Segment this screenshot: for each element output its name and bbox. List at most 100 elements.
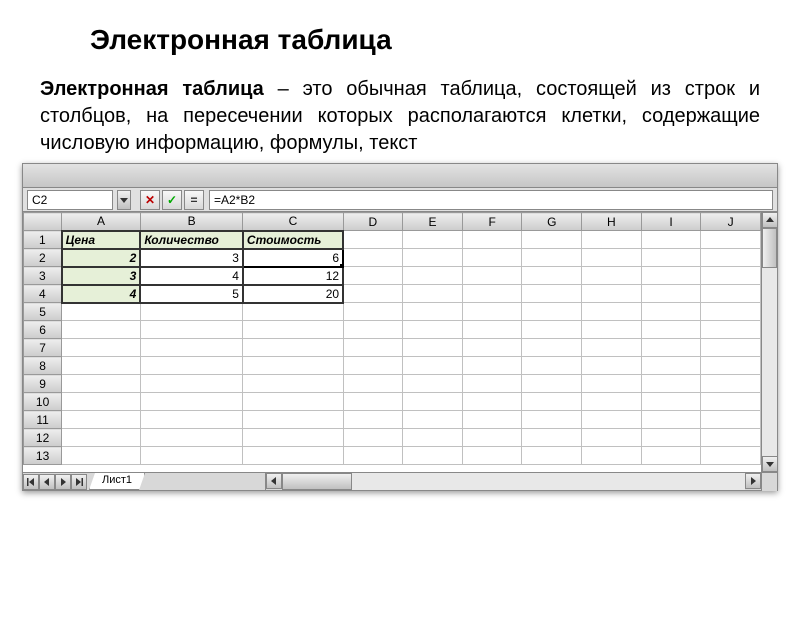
cell[interactable] xyxy=(582,357,642,375)
cell[interactable] xyxy=(343,429,403,447)
cell[interactable] xyxy=(140,303,243,321)
cell[interactable] xyxy=(641,375,701,393)
cell[interactable] xyxy=(522,249,582,267)
cell[interactable] xyxy=(701,339,761,357)
cell[interactable] xyxy=(522,303,582,321)
cell[interactable] xyxy=(462,303,522,321)
tab-prev-button[interactable] xyxy=(39,474,55,490)
vscroll-track[interactable] xyxy=(762,228,777,456)
cell[interactable] xyxy=(343,267,403,285)
row-header[interactable]: 11 xyxy=(24,411,62,429)
cell[interactable] xyxy=(343,231,403,249)
formula-accept-button[interactable]: ✓ xyxy=(162,190,182,210)
cell[interactable]: 20 xyxy=(243,285,343,303)
name-box-dropdown[interactable] xyxy=(117,190,131,210)
scroll-up-button[interactable] xyxy=(762,212,778,228)
cell[interactable] xyxy=(403,339,463,357)
cell[interactable] xyxy=(403,249,463,267)
cell[interactable] xyxy=(403,303,463,321)
cell[interactable] xyxy=(641,231,701,249)
cell[interactable]: 4 xyxy=(62,285,141,303)
cell[interactable] xyxy=(522,429,582,447)
cell[interactable] xyxy=(62,411,141,429)
cell[interactable] xyxy=(140,321,243,339)
horizontal-scrollbar[interactable] xyxy=(265,473,761,490)
cell[interactable]: 12 xyxy=(243,267,343,285)
cell[interactable] xyxy=(582,249,642,267)
row-header[interactable]: 3 xyxy=(24,267,62,285)
row-header[interactable]: 12 xyxy=(24,429,62,447)
cell[interactable] xyxy=(62,357,141,375)
row-header[interactable]: 4 xyxy=(24,285,62,303)
cell[interactable] xyxy=(522,411,582,429)
cell[interactable] xyxy=(641,321,701,339)
cell[interactable] xyxy=(343,303,403,321)
cell[interactable] xyxy=(343,357,403,375)
cell[interactable] xyxy=(403,447,463,465)
cell[interactable] xyxy=(701,267,761,285)
tab-last-button[interactable] xyxy=(71,474,87,490)
cell[interactable] xyxy=(462,375,522,393)
formula-input[interactable]: =A2*B2 xyxy=(209,190,773,210)
cell[interactable] xyxy=(701,429,761,447)
cell[interactable] xyxy=(243,411,343,429)
tab-next-button[interactable] xyxy=(55,474,71,490)
cell[interactable] xyxy=(62,375,141,393)
col-header[interactable]: A xyxy=(62,213,141,231)
select-all-corner[interactable] xyxy=(24,213,62,231)
hscroll-track[interactable] xyxy=(282,473,745,490)
cell[interactable] xyxy=(701,285,761,303)
cell[interactable] xyxy=(582,429,642,447)
cell[interactable] xyxy=(140,339,243,357)
cell[interactable] xyxy=(641,267,701,285)
cell[interactable] xyxy=(462,285,522,303)
cell[interactable] xyxy=(641,303,701,321)
row-header[interactable]: 8 xyxy=(24,357,62,375)
cell[interactable] xyxy=(243,447,343,465)
cell[interactable] xyxy=(462,447,522,465)
cell[interactable]: Цена xyxy=(62,231,141,249)
cell[interactable] xyxy=(243,321,343,339)
cell[interactable] xyxy=(140,429,243,447)
row-header[interactable]: 10 xyxy=(24,393,62,411)
cell[interactable] xyxy=(403,411,463,429)
active-cell[interactable]: 6 xyxy=(243,249,343,267)
cell[interactable] xyxy=(343,249,403,267)
vertical-scrollbar[interactable] xyxy=(761,212,777,472)
cell[interactable] xyxy=(522,321,582,339)
col-header[interactable]: B xyxy=(140,213,243,231)
cell[interactable] xyxy=(462,393,522,411)
cell[interactable] xyxy=(582,267,642,285)
cell[interactable] xyxy=(62,447,141,465)
col-header[interactable]: C xyxy=(243,213,343,231)
cell[interactable] xyxy=(462,339,522,357)
cell[interactable] xyxy=(641,393,701,411)
cell[interactable] xyxy=(641,447,701,465)
cell[interactable] xyxy=(462,411,522,429)
cell[interactable] xyxy=(582,393,642,411)
cell[interactable]: 5 xyxy=(140,285,243,303)
cell[interactable] xyxy=(140,393,243,411)
cell[interactable] xyxy=(701,411,761,429)
cell[interactable] xyxy=(641,411,701,429)
cell[interactable] xyxy=(343,321,403,339)
cell[interactable]: Стоимость xyxy=(243,231,343,249)
cell[interactable] xyxy=(582,411,642,429)
row-header[interactable]: 5 xyxy=(24,303,62,321)
cell[interactable] xyxy=(582,447,642,465)
cell[interactable] xyxy=(343,285,403,303)
hscroll-thumb[interactable] xyxy=(282,473,352,490)
col-header[interactable]: D xyxy=(343,213,403,231)
cell[interactable] xyxy=(403,429,463,447)
cell[interactable] xyxy=(462,249,522,267)
cell[interactable] xyxy=(462,357,522,375)
cell[interactable] xyxy=(522,393,582,411)
cell[interactable] xyxy=(403,375,463,393)
cell[interactable] xyxy=(522,375,582,393)
grid[interactable]: A B C D E F G H I J 1 Цена xyxy=(23,212,761,472)
cell[interactable] xyxy=(582,231,642,249)
cell[interactable] xyxy=(582,285,642,303)
cell[interactable] xyxy=(243,375,343,393)
cell[interactable] xyxy=(403,285,463,303)
cell[interactable] xyxy=(582,339,642,357)
